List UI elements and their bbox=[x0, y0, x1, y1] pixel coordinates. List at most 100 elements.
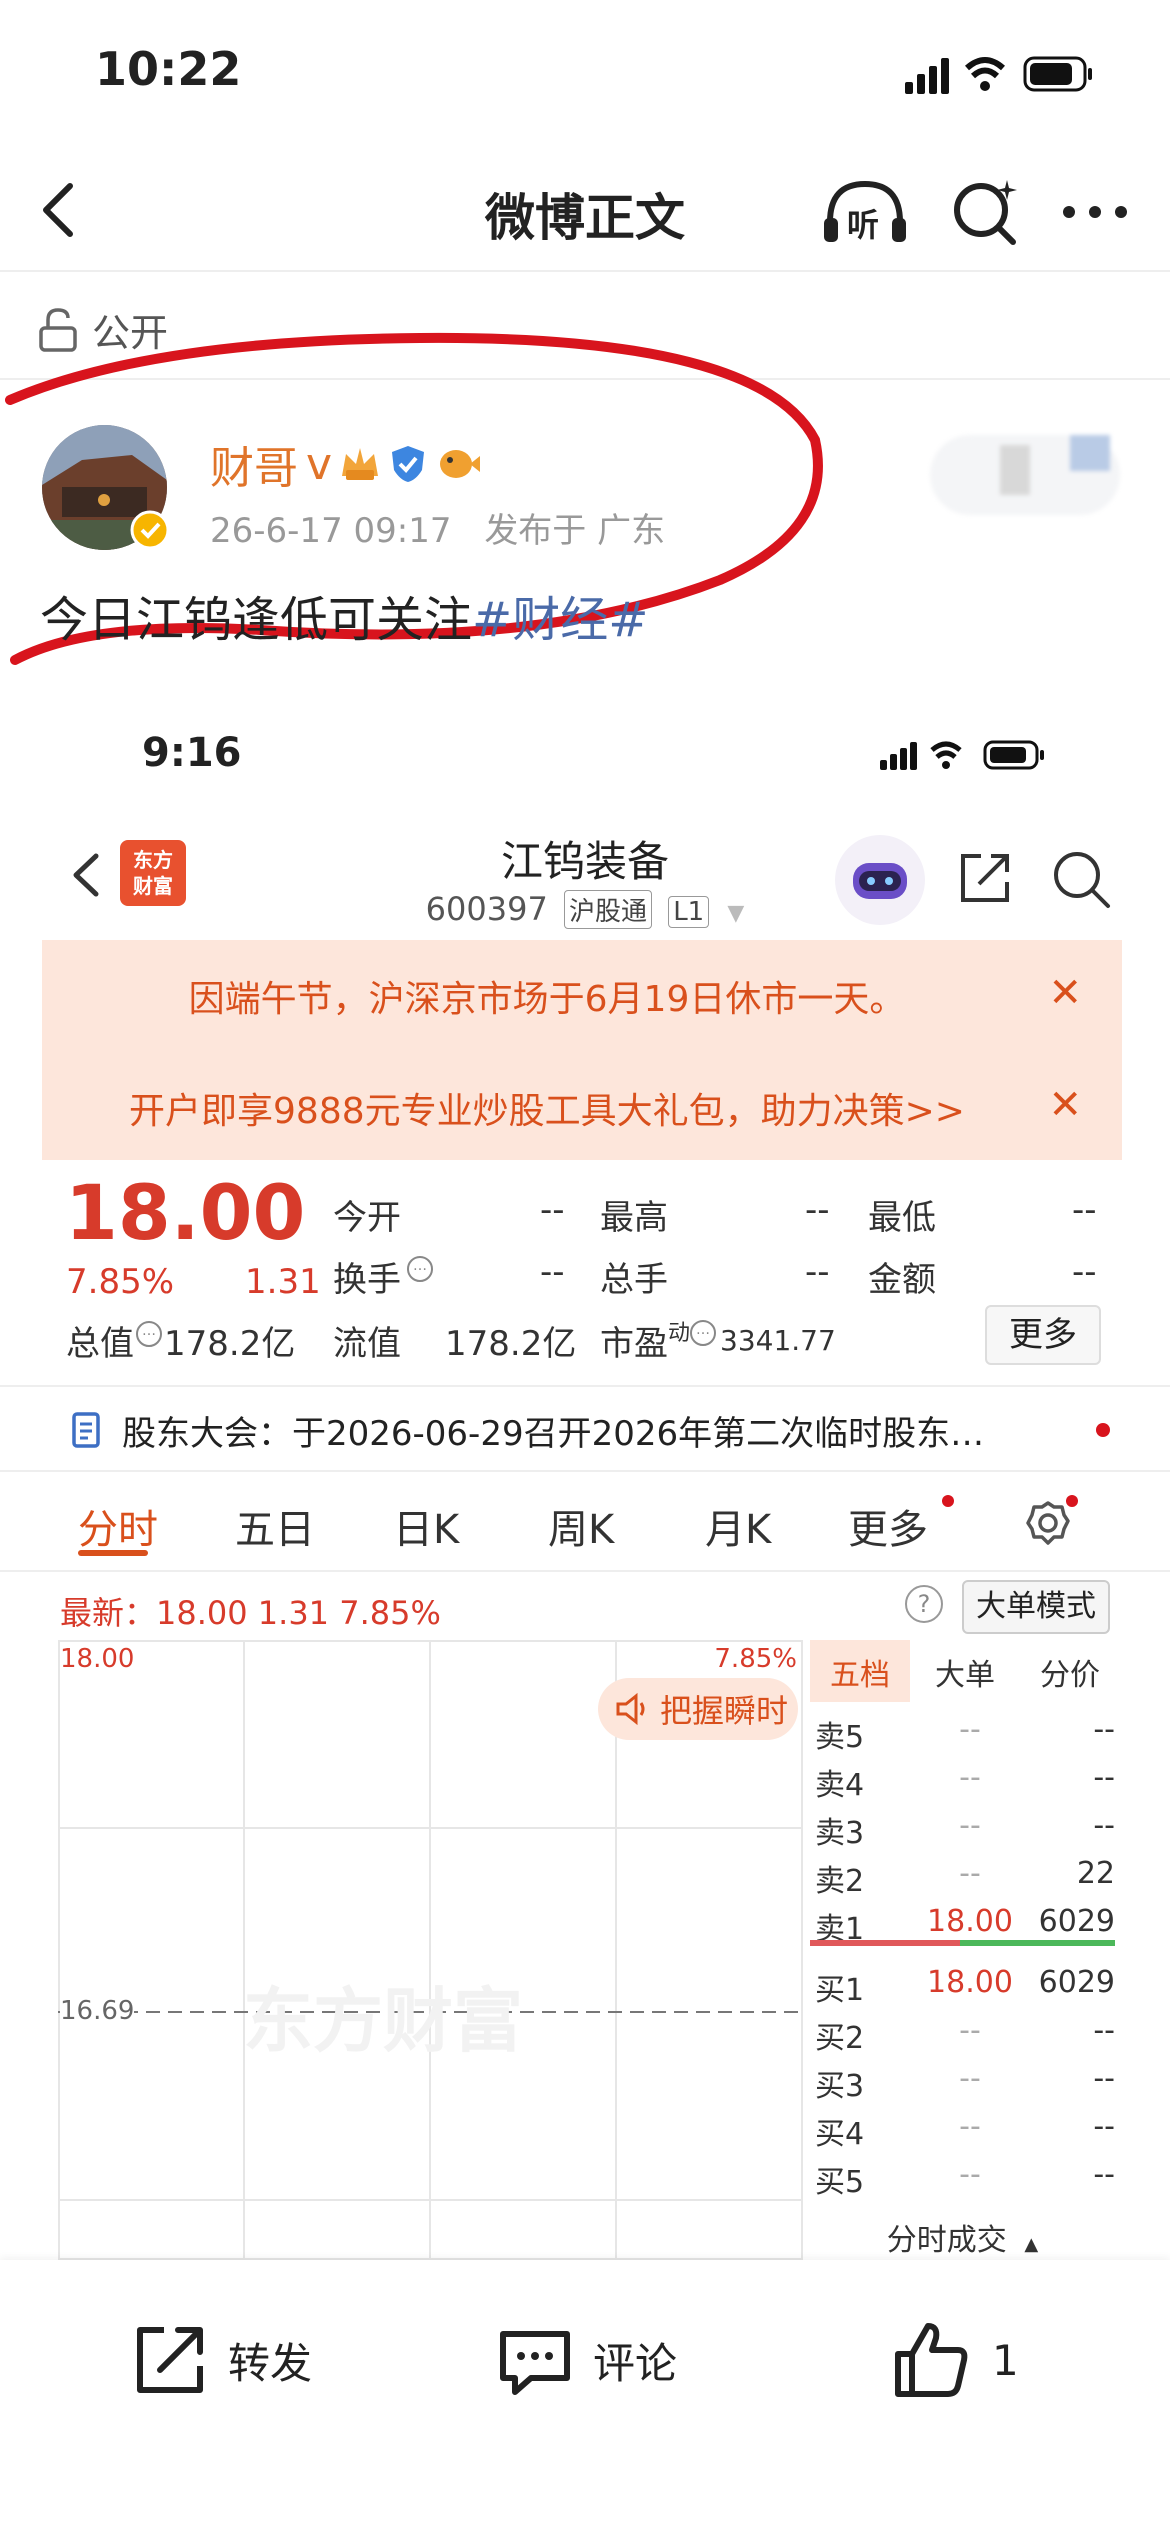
like-button[interactable]: 1 bbox=[890, 2320, 1019, 2400]
buy-level-volume: -- bbox=[1093, 2061, 1115, 2096]
promo-notice[interactable]: 开户即享9888元专业炒股工具大礼包，助力决策>> ✕ bbox=[42, 1050, 1122, 1160]
badge-connect: 沪股通 bbox=[564, 890, 653, 929]
listen-button[interactable]: 听 bbox=[820, 172, 910, 252]
sell-level-price: 18.00 bbox=[927, 1904, 1013, 1939]
info-dots-icon[interactable]: … bbox=[136, 1320, 162, 1347]
buy-level-label: 买1 bbox=[815, 1973, 865, 2008]
follow-button-blurred[interactable] bbox=[930, 435, 1120, 515]
caret-up-icon: ▲ bbox=[1024, 2234, 1039, 2255]
tab-monthly-k[interactable]: 月K bbox=[705, 1497, 771, 1555]
ob-tab-big-orders[interactable]: 大单 bbox=[935, 1650, 995, 1694]
crown-badge-icon bbox=[342, 448, 379, 480]
latest-price-line: 最新：18.00 1.31 7.85% bbox=[60, 1594, 441, 1632]
share-icon[interactable] bbox=[955, 848, 1015, 908]
buy-level-label: 买4 bbox=[815, 2117, 865, 2152]
badge-level: L1 bbox=[668, 896, 710, 928]
repost-button[interactable]: 转发 bbox=[130, 2320, 312, 2400]
intraday-chart[interactable]: 18.00 7.85% 16.69 东方财富 把握瞬时 bbox=[58, 1640, 803, 2260]
volume-label: 总手 bbox=[600, 1260, 668, 1300]
buy-level-label: 买3 bbox=[815, 2069, 865, 2104]
verified-badge-icon bbox=[130, 510, 170, 550]
pe-label: 市盈 bbox=[600, 1324, 668, 1364]
change-amt: 1.31 bbox=[245, 1262, 321, 1302]
sell-level-price: -- bbox=[959, 1808, 981, 1843]
volume-value: -- bbox=[805, 1252, 830, 1292]
divider bbox=[0, 1385, 1170, 1387]
ob-tab-price-dist[interactable]: 分价 bbox=[1040, 1650, 1100, 1694]
sell-level-price: -- bbox=[959, 1856, 981, 1891]
chart-ref-price: 16.69 bbox=[60, 1996, 135, 2026]
repost-label: 转发 bbox=[228, 2338, 313, 2388]
post-location: 发布于 广东 bbox=[484, 511, 666, 551]
post-date: 26-6-17 09:17 bbox=[210, 511, 452, 551]
sell-level-volume: -- bbox=[1093, 1760, 1115, 1795]
tab-weekly-k[interactable]: 周K bbox=[548, 1497, 614, 1555]
close-icon[interactable]: ✕ bbox=[1048, 970, 1082, 1016]
chart-watermark: 东方财富 bbox=[243, 1980, 523, 2062]
announcement-row[interactable]: 股东大会：于2026-06-29召开2026年第二次临时股东… bbox=[70, 1405, 1110, 1455]
caret-down-icon: ▼ bbox=[727, 901, 745, 926]
promo-notice-text: 开户即享9888元专业炒股工具大礼包，助力决策>> bbox=[129, 1091, 965, 1132]
embedded-status-time: 9:16 bbox=[142, 730, 242, 776]
hashtag-link[interactable]: #财经# bbox=[472, 592, 648, 648]
turnover-label-row[interactable]: 换手 … bbox=[333, 1252, 433, 1301]
stock-code: 600397 bbox=[425, 890, 548, 928]
status-bar: 10:22 bbox=[0, 0, 1170, 140]
float-value: 178.2亿 bbox=[445, 1324, 577, 1364]
embedded-status-icons bbox=[880, 740, 1044, 770]
voice-tip-pill[interactable]: 把握瞬时 bbox=[598, 1678, 799, 1740]
verified-v: v bbox=[306, 438, 333, 490]
embedded-search-icon[interactable] bbox=[1050, 848, 1112, 910]
high-value: -- bbox=[805, 1190, 830, 1230]
holiday-notice[interactable]: 因端午节，沪深京市场于6月19日休市一天。 ✕ bbox=[42, 940, 1122, 1050]
chart-top-pct: 7.85% bbox=[714, 1644, 797, 1674]
amount-label: 金额 bbox=[868, 1260, 936, 1300]
sell-level-row: 卖4 -- -- bbox=[810, 1760, 1115, 1804]
tab-more[interactable]: 更多 bbox=[848, 1497, 928, 1555]
turnover-value: -- bbox=[540, 1252, 565, 1292]
search-icon[interactable] bbox=[945, 172, 1025, 252]
comment-icon bbox=[500, 2331, 570, 2395]
document-icon bbox=[72, 1412, 100, 1448]
mktcap-label: 总值 bbox=[66, 1324, 134, 1364]
status-icons bbox=[905, 56, 1092, 94]
mktcap-row: 总值 … 178.2亿 bbox=[66, 1316, 295, 1365]
buy-level-label: 买5 bbox=[815, 2165, 865, 2200]
more-button[interactable]: 更多 bbox=[985, 1305, 1101, 1365]
sell-level-row: 卖2 -- 22 bbox=[810, 1856, 1115, 1900]
post-author[interactable]: 财哥 v bbox=[210, 432, 482, 496]
bid-ask-bar bbox=[810, 1940, 1115, 1946]
ob-tab-five-levels[interactable]: 五档 bbox=[830, 1650, 890, 1694]
bottom-action-bar: 转发 评论 1 bbox=[0, 2260, 1170, 2532]
big-order-mode-button[interactable]: 大单模式 bbox=[962, 1580, 1110, 1634]
turnover-label: 换手 bbox=[333, 1260, 401, 1300]
post-content: 今日江钨逢低可关注#财经# bbox=[40, 580, 648, 650]
more-icon[interactable] bbox=[1055, 172, 1135, 252]
buy-level-price: 18.00 bbox=[927, 1965, 1013, 2000]
buy-level-volume: -- bbox=[1093, 2013, 1115, 2048]
high-label: 最高 bbox=[600, 1198, 668, 1238]
tab-daily-k[interactable]: 日K bbox=[393, 1497, 459, 1555]
buy-level-price: -- bbox=[959, 2061, 981, 2096]
trades-header[interactable]: 分时成交 ▲ bbox=[810, 2215, 1115, 2259]
active-tab-indicator bbox=[78, 1550, 148, 1556]
sell-level-volume: -- bbox=[1093, 1712, 1115, 1747]
info-dots-icon[interactable]: … bbox=[690, 1319, 717, 1346]
amount-value: -- bbox=[1072, 1252, 1097, 1292]
tab-five-day[interactable]: 五日 bbox=[235, 1497, 315, 1555]
sell-level-label: 卖5 bbox=[815, 1720, 865, 1755]
close-icon[interactable]: ✕ bbox=[1048, 1082, 1082, 1128]
tab-intraday[interactable]: 分时 bbox=[78, 1497, 158, 1555]
buy-level-row: 买4 -- -- bbox=[810, 2109, 1115, 2153]
username[interactable]: 财哥 bbox=[210, 432, 298, 496]
robot-assistant-icon[interactable] bbox=[835, 835, 925, 925]
tab-more-dot bbox=[942, 1495, 954, 1507]
open-label: 今开 bbox=[333, 1198, 401, 1238]
sell-level-volume: -- bbox=[1093, 1808, 1115, 1843]
divider bbox=[0, 1570, 1170, 1572]
help-icon[interactable]: ? bbox=[905, 1585, 943, 1623]
comment-button[interactable]: 评论 bbox=[495, 2320, 677, 2400]
buy-level-volume: 6029 bbox=[1038, 1965, 1115, 2000]
settings-dot bbox=[1066, 1495, 1078, 1507]
buy-level-volume: -- bbox=[1093, 2109, 1115, 2144]
